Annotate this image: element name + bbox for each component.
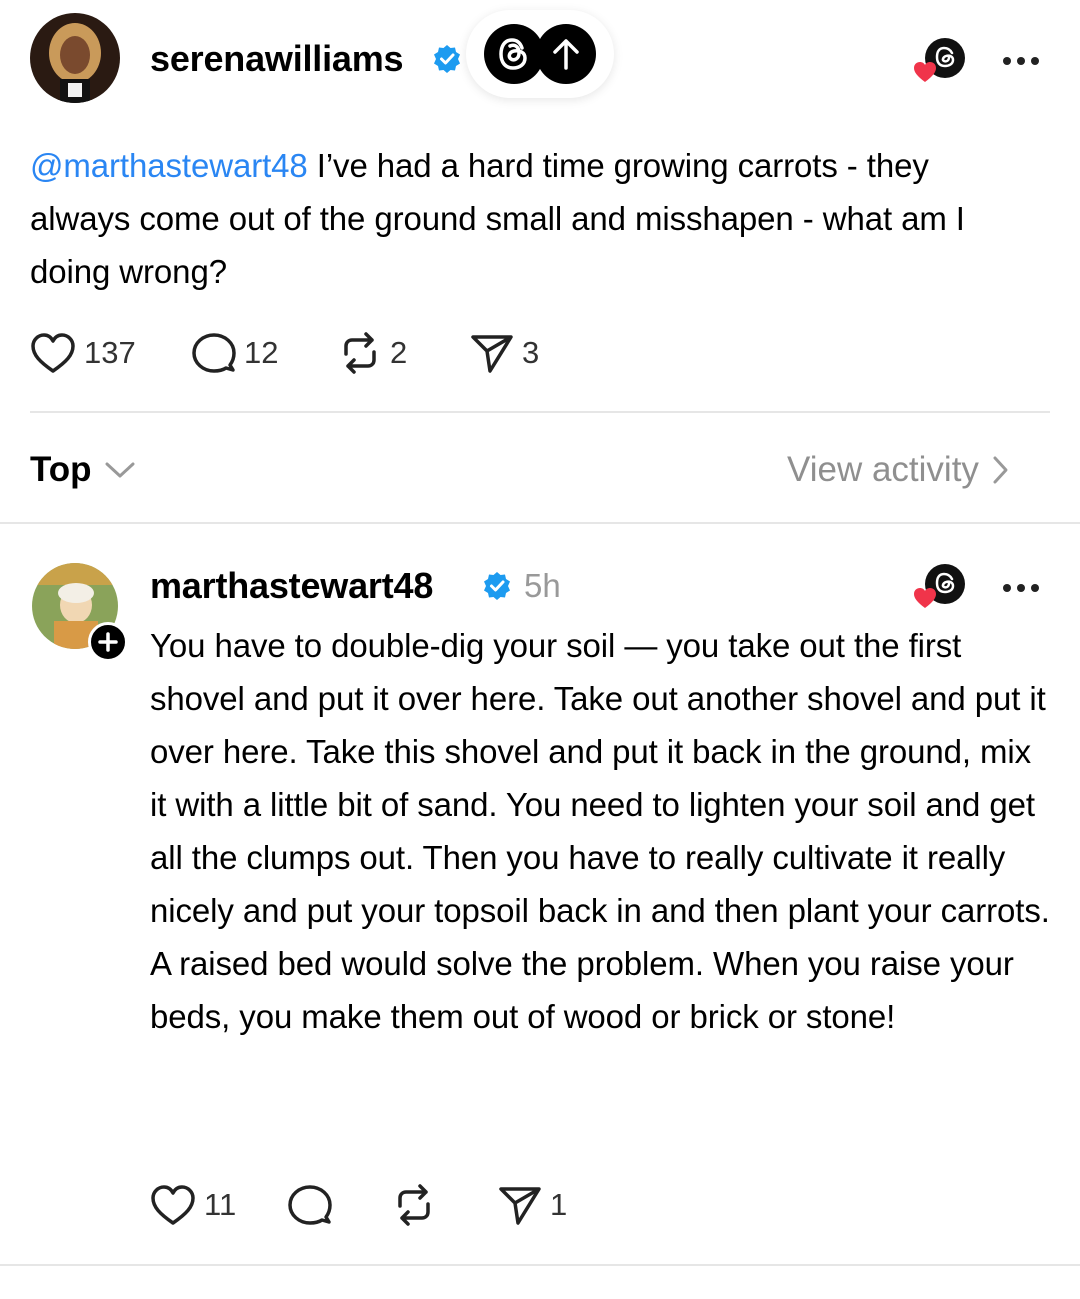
sort-dropdown[interactable]: Top — [30, 450, 136, 490]
plus-icon — [98, 632, 118, 652]
repost-icon — [344, 332, 376, 374]
sort-divider — [0, 522, 1080, 524]
more-dot-icon — [1031, 584, 1039, 592]
post-author-username[interactable]: serenawilliams — [150, 38, 404, 80]
more-dot-icon — [1017, 584, 1025, 592]
sort-label: Top — [30, 450, 92, 489]
view-activity-label: View activity — [787, 450, 979, 489]
serena-avatar[interactable] — [30, 13, 120, 103]
chevron-down-icon — [105, 462, 135, 478]
heart-icon — [31, 333, 75, 373]
threads-heart-icon — [914, 38, 965, 82]
reply-like-button[interactable]: 11 — [150, 1184, 236, 1226]
reply-timestamp: 5h — [524, 567, 561, 604]
comment-icon — [288, 1185, 332, 1225]
heart-icon — [151, 1185, 195, 1225]
verified-badge-icon — [484, 572, 510, 600]
reply-share-count: 1 — [550, 1187, 568, 1222]
share-count: 3 — [522, 335, 540, 370]
repost-icon — [398, 1184, 430, 1226]
post-comment-button[interactable]: 12 — [192, 332, 278, 374]
reply-more-options-button[interactable] — [1000, 579, 1042, 597]
reply-divider — [0, 1264, 1080, 1266]
send-icon — [471, 335, 513, 373]
repost-count: 2 — [390, 335, 408, 370]
upload-button[interactable] — [536, 24, 596, 84]
liked-by-author-badge — [912, 38, 968, 86]
reply-repost-button[interactable] — [392, 1184, 444, 1226]
comment-count: 12 — [244, 335, 279, 370]
reply-liked-by-author-badge — [912, 564, 968, 612]
post-like-button[interactable]: 137 — [30, 332, 136, 374]
arrow-up-icon — [553, 39, 579, 70]
reply-like-count: 11 — [204, 1187, 237, 1222]
send-icon — [499, 1187, 541, 1225]
threads-icon — [499, 38, 527, 70]
threads-heart-icon — [914, 564, 965, 608]
view-activity-link[interactable]: View activity — [787, 450, 1009, 490]
reply-comment-button[interactable] — [288, 1184, 340, 1226]
post-body: @marthastewart48 I’ve had a hard time gr… — [30, 139, 1010, 298]
reply-share-button[interactable]: 1 — [498, 1184, 567, 1226]
reply-text: You have to double-dig your soil — you t… — [150, 627, 1050, 1035]
chevron-right-icon — [993, 456, 1008, 484]
post-more-options-button[interactable] — [1000, 52, 1042, 70]
mention-link[interactable]: @marthastewart48 — [30, 147, 308, 184]
comment-icon — [192, 333, 236, 373]
threads-logo-button[interactable] — [484, 24, 544, 84]
verified-badge-icon — [434, 45, 460, 73]
reply-author-username[interactable]: marthastewart48 — [150, 565, 433, 607]
post-divider — [30, 411, 1050, 413]
more-dot-icon — [1003, 57, 1011, 65]
more-dot-icon — [1031, 57, 1039, 65]
post-share-button[interactable]: 3 — [470, 332, 539, 374]
more-dot-icon — [1003, 584, 1011, 592]
follow-button[interactable] — [88, 622, 128, 662]
more-dot-icon — [1017, 57, 1025, 65]
post-repost-button[interactable]: 2 — [338, 332, 407, 374]
like-count: 137 — [84, 335, 136, 370]
